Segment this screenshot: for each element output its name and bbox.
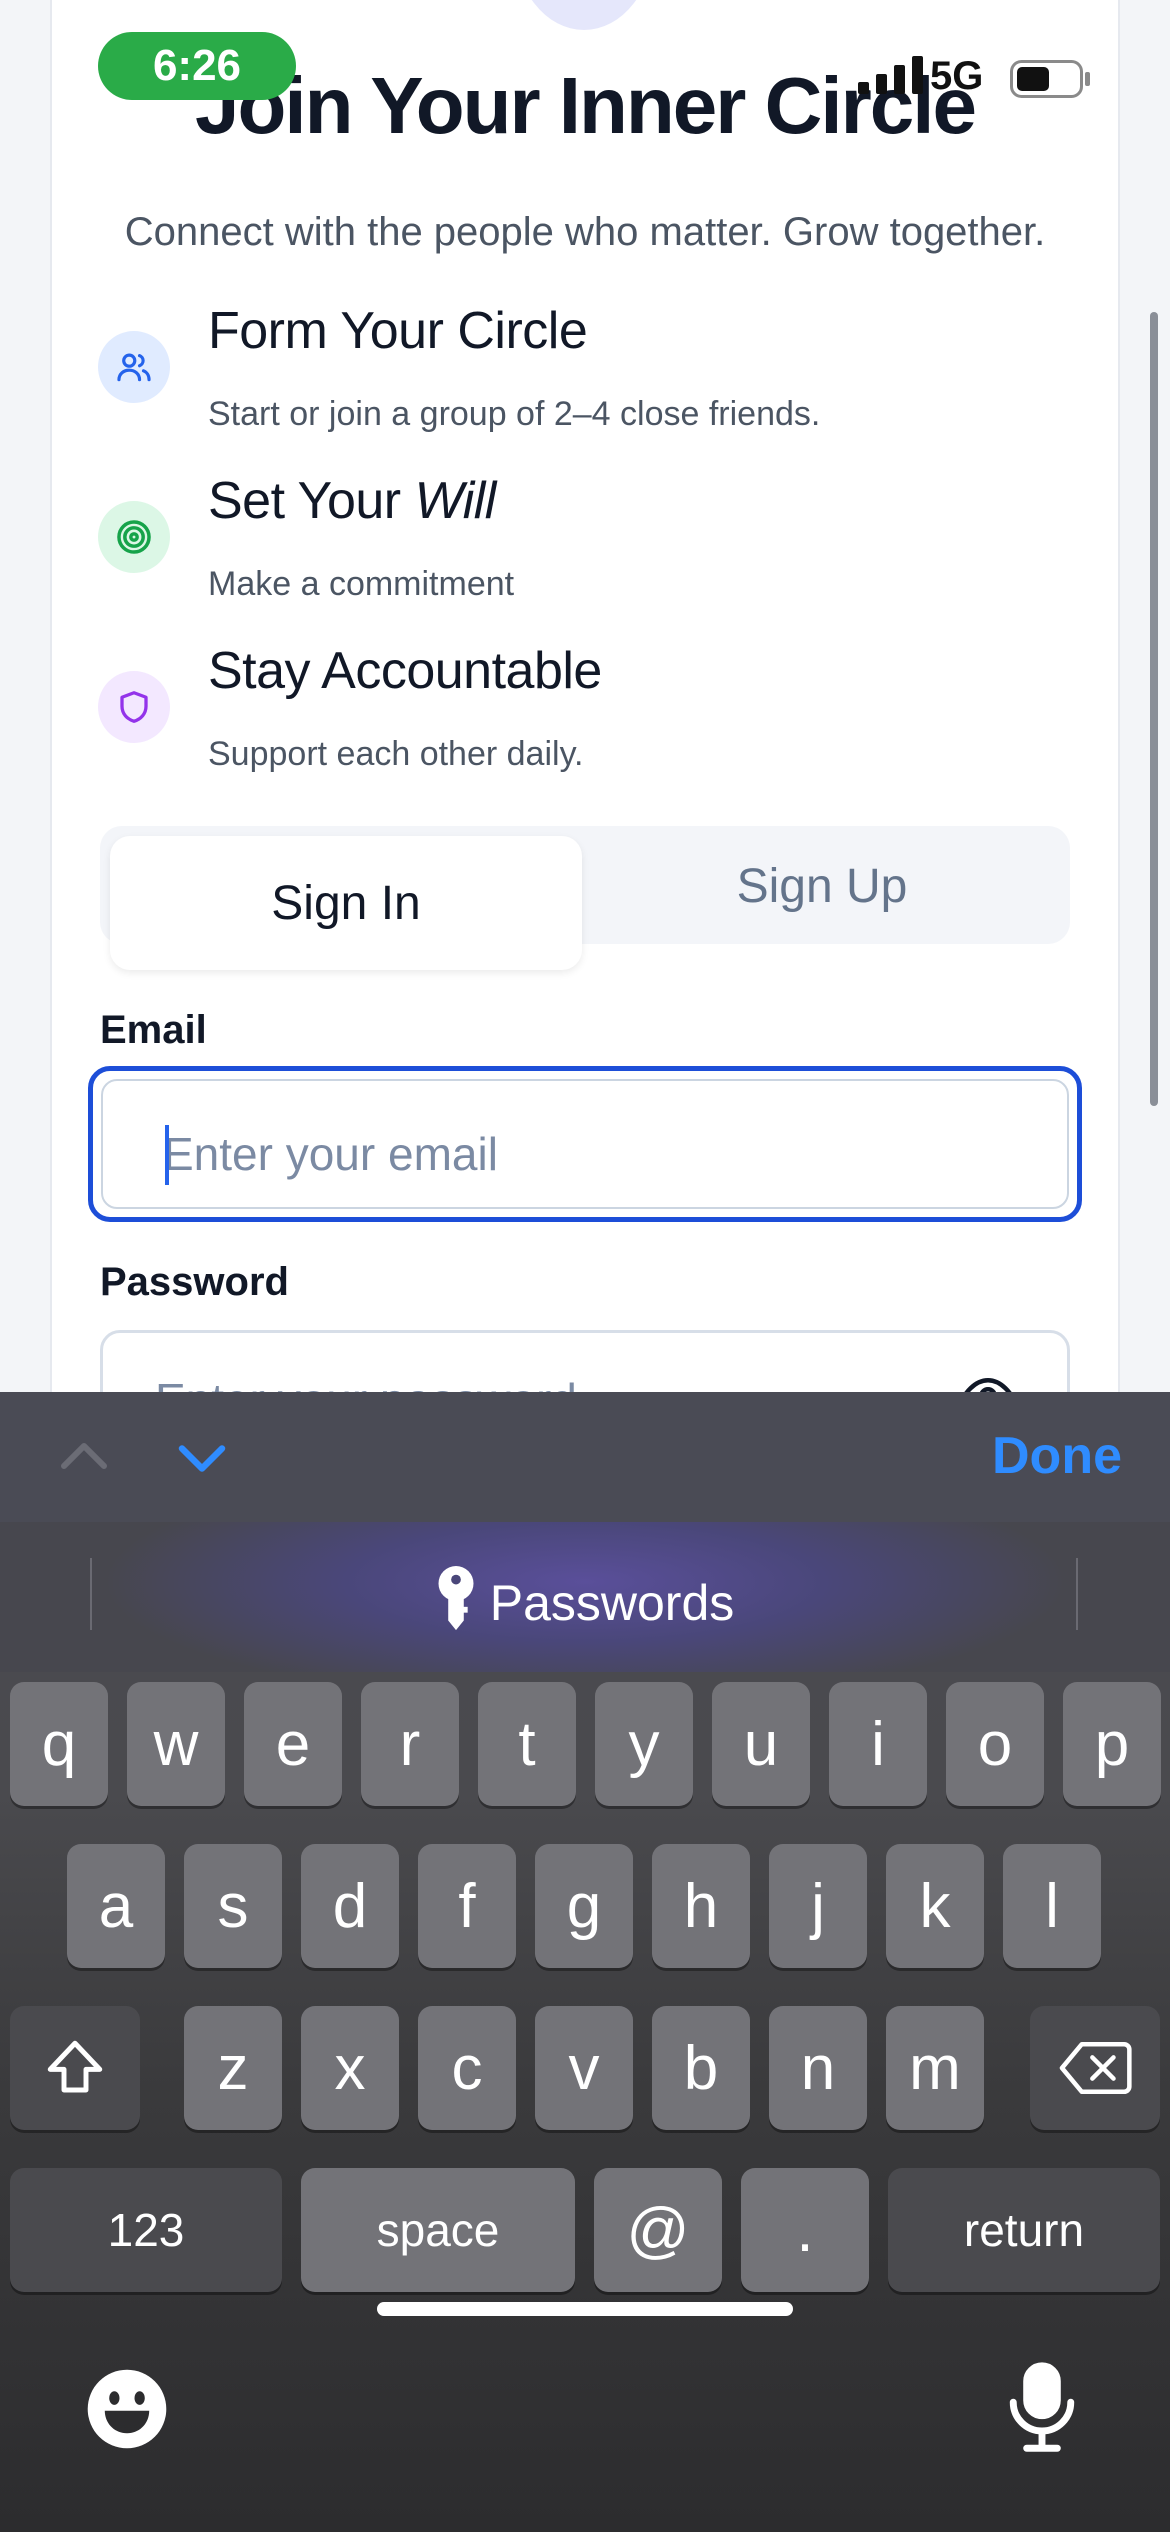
previous-field-icon[interactable] <box>54 1426 114 1491</box>
key-t[interactable]: t <box>478 1682 576 1806</box>
password-field[interactable]: Enter your password <box>100 1330 1070 1392</box>
key-a[interactable]: a <box>67 1844 165 1968</box>
emoji-icon[interactable] <box>86 2368 168 2455</box>
shield-icon <box>98 671 170 743</box>
feature-form-circle: Form Your Circle Start or join a group o… <box>98 302 1098 455</box>
email-field-focus-ring[interactable]: Enter your email <box>88 1066 1082 1222</box>
key-s[interactable]: s <box>184 1844 282 1968</box>
email-input[interactable]: Enter your email <box>163 1127 498 1181</box>
key-c[interactable]: c <box>418 2006 516 2130</box>
backspace-icon <box>1059 2041 1132 2095</box>
key-b[interactable]: b <box>652 2006 750 2130</box>
auth-tabs: Sign In Sign Up <box>100 826 1070 970</box>
feature-title: Form Your Circle <box>208 302 588 360</box>
key-g[interactable]: g <box>535 1844 633 1968</box>
tab-sign-in[interactable]: Sign In <box>110 836 582 970</box>
network-type: 5G <box>930 54 984 98</box>
passwords-suggestion[interactable]: Passwords <box>0 1566 1170 1648</box>
keyboard: Done Passwords q w e r t y u i o p a s d… <box>0 1392 1170 2532</box>
key-icon <box>436 1566 476 1648</box>
key-e[interactable]: e <box>244 1682 342 1806</box>
battery-icon <box>1010 60 1092 103</box>
dot-key[interactable]: . <box>741 2168 869 2292</box>
text-cursor <box>165 1125 169 1185</box>
app-screen: Join Your Inner Circle Connect with the … <box>0 0 1170 1392</box>
tab-sign-up[interactable]: Sign Up <box>586 836 1058 936</box>
suggestion-bar: Passwords <box>0 1522 1170 1672</box>
feature-description: Support each other daily. <box>208 735 584 773</box>
status-time: 6:26 <box>98 32 296 100</box>
feature-title: Stay Accountable <box>208 642 602 700</box>
feature-description: Start or join a group of 2–4 close frien… <box>208 395 821 433</box>
keyboard-accessory-bar: Done <box>0 1392 1170 1522</box>
key-n[interactable]: n <box>769 2006 867 2130</box>
key-i[interactable]: i <box>829 1682 927 1806</box>
email-field[interactable]: Enter your email <box>101 1079 1069 1209</box>
email-label: Email <box>100 1008 207 1052</box>
key-h[interactable]: h <box>652 1844 750 1968</box>
key-j[interactable]: j <box>769 1844 867 1968</box>
shift-icon <box>47 2040 103 2093</box>
home-indicator[interactable] <box>377 2302 793 2316</box>
next-field-icon[interactable] <box>172 1426 232 1491</box>
feature-stay-accountable: Stay Accountable Support each other dail… <box>98 642 1098 795</box>
key-p[interactable]: p <box>1063 1682 1161 1806</box>
scrollbar[interactable] <box>1150 312 1158 1106</box>
page-subtitle: Connect with the people who matter. Grow… <box>124 210 1046 254</box>
key-w[interactable]: w <box>127 1682 225 1806</box>
key-o[interactable]: o <box>946 1682 1044 1806</box>
feature-title: Set Your Will <box>208 472 496 530</box>
password-input[interactable]: Enter your password <box>155 1373 577 1392</box>
feature-description: Make a commitment <box>208 565 515 603</box>
key-x[interactable]: x <box>301 2006 399 2130</box>
feature-set-will: Set Your Will Make a commitment <box>98 472 1098 625</box>
key-y[interactable]: y <box>595 1682 693 1806</box>
key-m[interactable]: m <box>886 2006 984 2130</box>
done-button[interactable]: Done <box>992 1426 1122 1486</box>
key-r[interactable]: r <box>361 1682 459 1806</box>
password-label: Password <box>100 1260 289 1304</box>
target-icon <box>98 501 170 573</box>
key-k[interactable]: k <box>886 1844 984 1968</box>
microphone-icon[interactable] <box>1006 2362 1078 2459</box>
key-z[interactable]: z <box>184 2006 282 2130</box>
return-key[interactable]: return <box>888 2168 1160 2292</box>
key-f[interactable]: f <box>418 1844 516 1968</box>
users-icon <box>98 331 170 403</box>
numbers-key[interactable]: 123 <box>10 2168 282 2292</box>
key-d[interactable]: d <box>301 1844 399 1968</box>
key-l[interactable]: l <box>1003 1844 1101 1968</box>
key-v[interactable]: v <box>535 2006 633 2130</box>
key-q[interactable]: q <box>10 1682 108 1806</box>
cellular-signal-icon <box>858 56 924 99</box>
delete-key[interactable] <box>1030 2006 1160 2130</box>
key-u[interactable]: u <box>712 1682 810 1806</box>
at-key[interactable]: @ <box>594 2168 722 2292</box>
space-key[interactable]: space <box>301 2168 575 2292</box>
shift-key[interactable] <box>10 2006 140 2130</box>
eye-icon[interactable] <box>961 1369 1015 1392</box>
